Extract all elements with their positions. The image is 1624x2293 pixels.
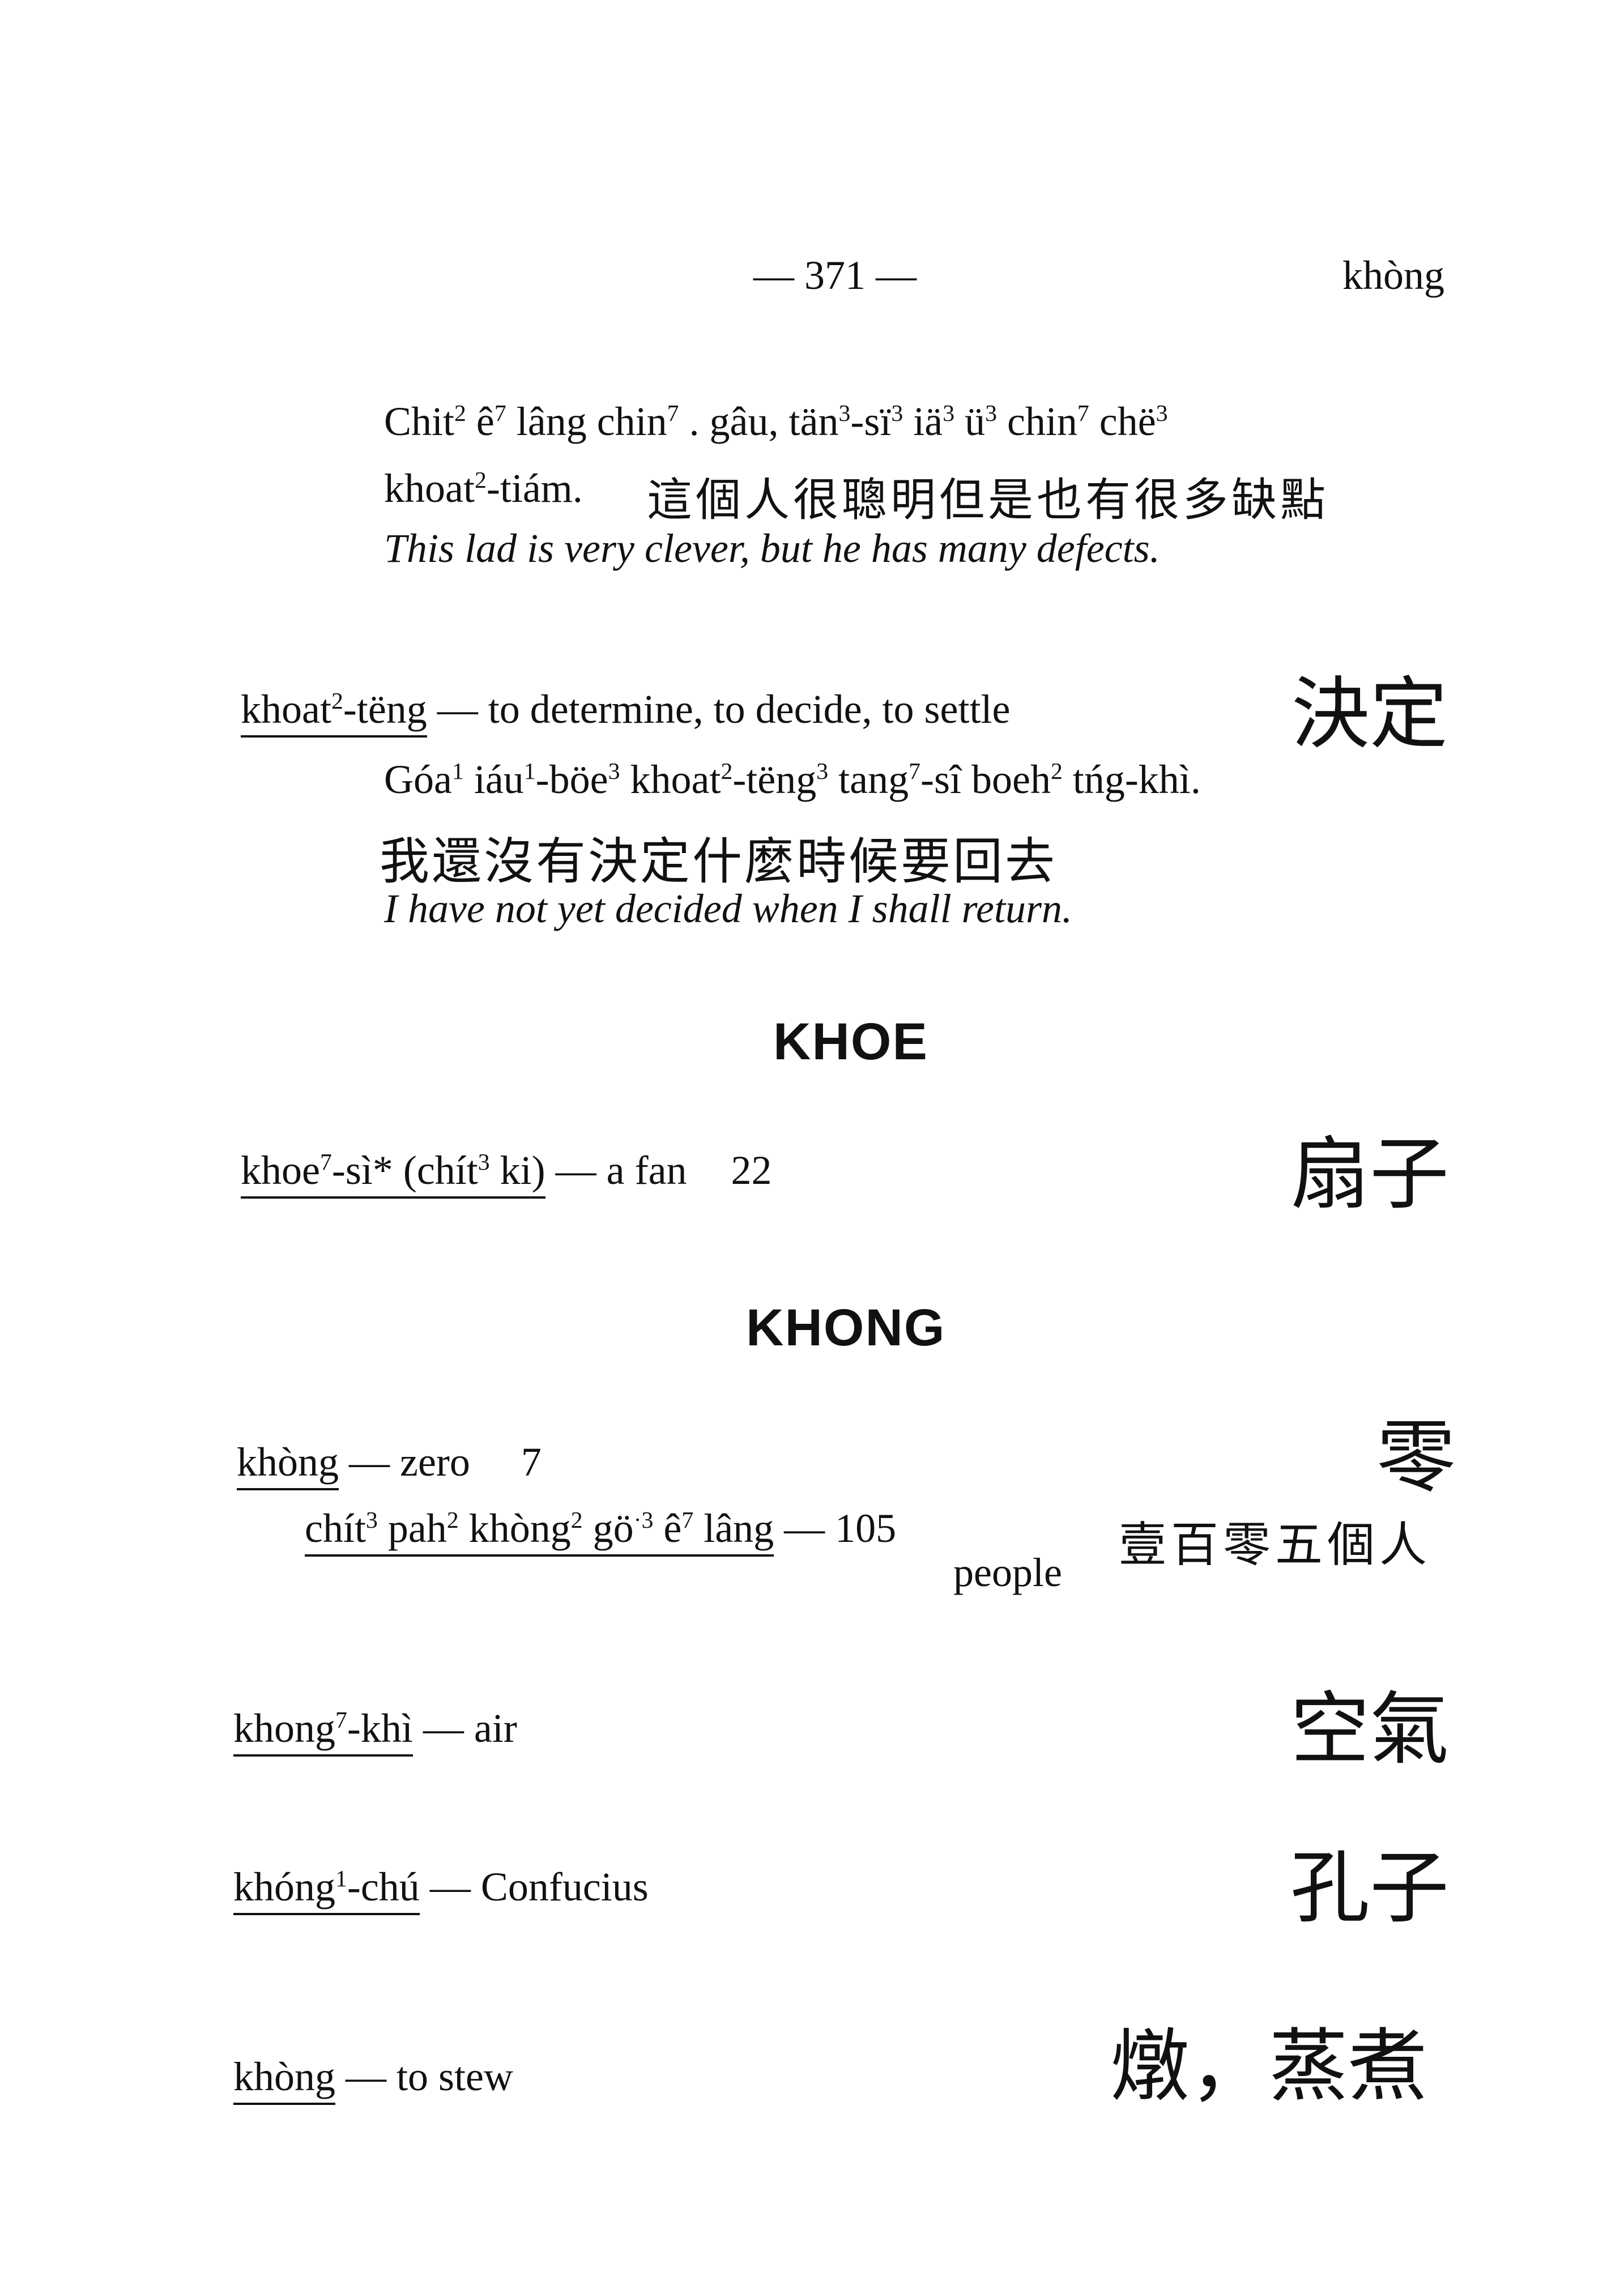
tone-number: 2 xyxy=(331,688,343,714)
entry-khoe-si: khoe7-sì* (chít3 ki) — a fan 22 xyxy=(241,1148,772,1199)
tone-number: 1 xyxy=(523,758,536,785)
tone-number: 2 xyxy=(474,467,487,493)
gloss: — a fan xyxy=(545,1148,687,1193)
tone-number: 1 xyxy=(335,1865,347,1892)
tone-number: 3 xyxy=(365,1507,378,1533)
tone-number: 3 xyxy=(838,400,851,427)
example-top-line1: Chit2 ê7 lâng chin7 . gâu, tän3-sï3 iä3 … xyxy=(384,399,1168,444)
tone-number: 7 xyxy=(335,1707,347,1733)
tone-number: 3 xyxy=(985,400,997,427)
hanzi-khong-stew: 燉，蒸煮 xyxy=(1110,2021,1428,2113)
example-top-translation: This lad is very clever, but he has many… xyxy=(384,526,1160,571)
hanzi-khong-zero: 零 xyxy=(1376,1412,1456,1504)
tone-number: 2 xyxy=(454,400,466,427)
headword: khòng xyxy=(237,1439,339,1490)
ref-number: 22 xyxy=(731,1148,772,1193)
gloss: — zero xyxy=(339,1439,470,1485)
tone-number: 7 xyxy=(494,400,506,427)
example-top-hanzi: 這個人很聰明但是也有很多缺點 xyxy=(647,474,1329,526)
section-heading-khong: KHONG xyxy=(746,1299,946,1357)
tone-number: 2 xyxy=(721,758,733,785)
example-khoat-teng-translation: I have not yet decided when I shall retu… xyxy=(384,886,1072,931)
hanzi-khong-105: 壹百零五個人 xyxy=(1119,1517,1432,1572)
gloss: — to determine, to decide, to settle xyxy=(427,687,1011,732)
sub-gloss: — 105 xyxy=(774,1506,897,1551)
gloss: — Confucius xyxy=(419,1864,649,1910)
ref-number: 7 xyxy=(521,1439,542,1485)
headword: khong7-khì xyxy=(233,1706,413,1757)
tone-number: 3 xyxy=(891,400,903,427)
gloss: — to stew xyxy=(335,2054,513,2099)
tone-number: 7 xyxy=(1077,400,1089,427)
tone-number: 3 xyxy=(943,400,955,427)
tone-number: 2 xyxy=(1050,758,1063,785)
tone-number: 7 xyxy=(667,400,679,427)
subentry-khong-105: chít3 pah2 khòng2 gö·3 ê7 lâng — 105 xyxy=(305,1506,897,1557)
headword: khòng xyxy=(233,2054,335,2105)
hanzi-khoe-si: 扇子 xyxy=(1290,1128,1450,1221)
example-top-line2: khoat2-tiám. xyxy=(384,466,583,511)
tone-number: ·3 xyxy=(633,1507,654,1533)
entry-khong-khi: khong7-khì — air xyxy=(233,1706,517,1757)
tone-number: 3 xyxy=(608,758,620,785)
tone-number: 3 xyxy=(478,1149,490,1175)
tone-number: 2 xyxy=(446,1507,459,1533)
hanzi-khong-chu: 孔子 xyxy=(1290,1842,1450,1934)
headword: khoat2-tëng xyxy=(241,687,427,738)
example-khoat-teng-roman: Góa1 iáu1-böe3 khoat2-tëng3 tang7-sî boe… xyxy=(384,757,1201,802)
example-khoat-teng-hanzi: 我還沒有決定什麼時候要回去 xyxy=(380,832,1058,890)
hanzi-khong-khi: 空氣 xyxy=(1290,1683,1450,1776)
running-head: khòng xyxy=(1342,253,1444,298)
tone-number: 7 xyxy=(681,1507,694,1533)
entry-khong-chu: khóng1-chú — Confucius xyxy=(233,1864,649,1915)
sub-headword: chít3 pah2 khòng2 gö·3 ê7 lâng xyxy=(305,1506,774,1557)
hanzi-khoat-teng: 決定 xyxy=(1291,668,1448,760)
entry-khoat-teng: khoat2-tëng — to determine, to decide, t… xyxy=(241,687,1011,738)
headword: khoe7-sì* (chít3 ki) xyxy=(241,1148,545,1199)
tone-number: 7 xyxy=(909,758,920,785)
headword: khóng1-chú xyxy=(233,1864,420,1915)
tone-number: 3 xyxy=(1156,400,1168,427)
tone-number: 7 xyxy=(319,1149,332,1175)
entry-khong-stew: khòng — to stew xyxy=(233,2054,513,2105)
page-number: — 371 — xyxy=(753,253,917,298)
tone-number: 1 xyxy=(451,758,464,785)
entry-khong-zero: khòng — zero 7 xyxy=(237,1439,542,1490)
tone-number: 2 xyxy=(570,1507,583,1533)
gloss: — air xyxy=(412,1706,517,1751)
sub-gloss-people: people xyxy=(953,1550,1062,1595)
tone-number: 3 xyxy=(816,758,829,785)
section-heading-khoe: KHOE xyxy=(773,1013,928,1071)
